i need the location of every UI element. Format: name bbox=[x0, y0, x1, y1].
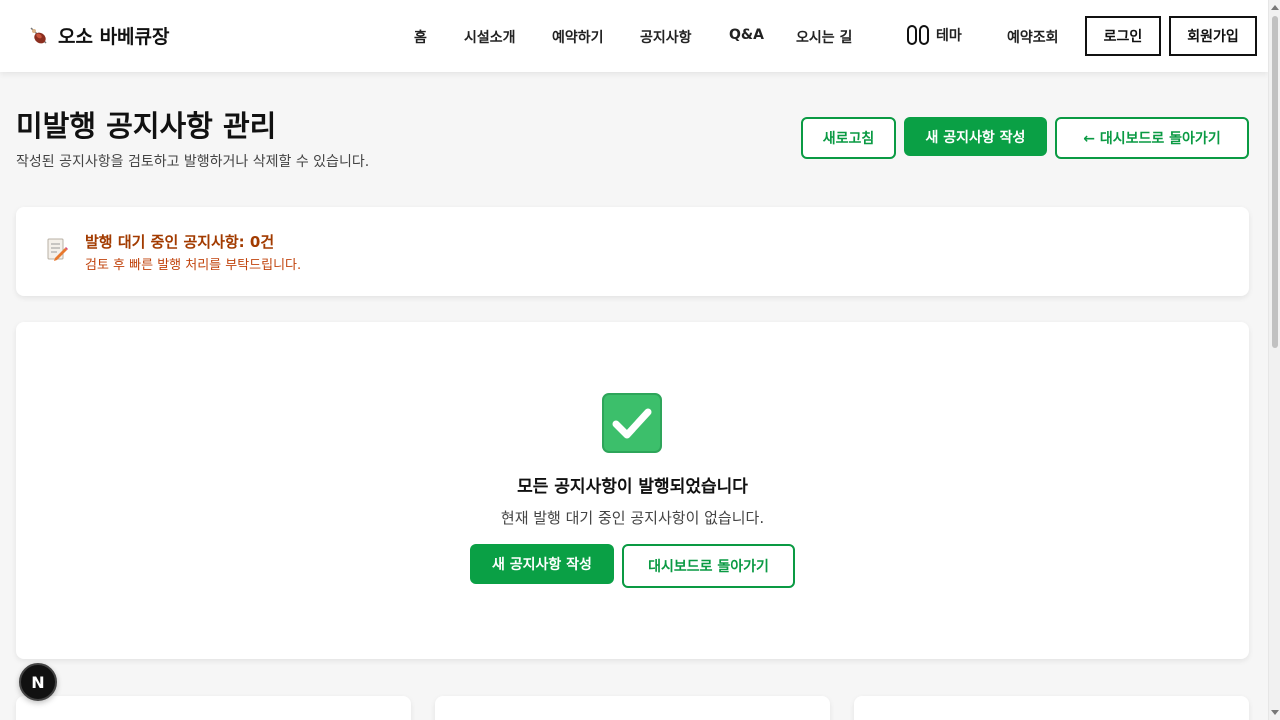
login-button[interactable]: 로그인 bbox=[1085, 16, 1161, 56]
page-title: 미발행 공지사항 관리 bbox=[16, 109, 277, 143]
bottom-card bbox=[854, 696, 1249, 720]
bottom-card bbox=[435, 696, 830, 720]
nav-reservation[interactable]: 예약하기 bbox=[552, 27, 604, 47]
memo-icon bbox=[47, 238, 68, 261]
empty-state-card: 모든 공지사항이 발행되었습니다 현재 발행 대기 중인 공지사항이 없습니다.… bbox=[16, 322, 1249, 659]
brand-name: 오소 바베큐장 bbox=[58, 26, 170, 48]
scroll-down-icon[interactable] bbox=[1271, 710, 1279, 715]
nextjs-badge[interactable]: N bbox=[19, 663, 57, 701]
pending-status-card: 발행 대기 중인 공지사항: 0건 검토 후 빠른 발행 처리를 부탁드립니다. bbox=[16, 207, 1249, 296]
theme-icon bbox=[907, 25, 929, 45]
empty-back-to-dashboard-button[interactable]: 대시보드로 돌아가기 bbox=[622, 544, 795, 588]
signup-button[interactable]: 회원가입 bbox=[1169, 16, 1257, 56]
empty-state-subtitle: 현재 발행 대기 중인 공지사항이 없습니다. bbox=[500, 509, 765, 527]
back-to-dashboard-button[interactable]: ← 대시보드로 돌아가기 bbox=[1055, 117, 1249, 159]
nav-facilities[interactable]: 시설소개 bbox=[464, 27, 516, 47]
empty-new-notice-button[interactable]: 새 공지사항 작성 bbox=[470, 544, 614, 584]
meat-skewer-icon bbox=[30, 26, 47, 44]
pending-notice-text: 검토 후 빠른 발행 처리를 부탁드립니다. bbox=[85, 258, 302, 273]
nav-notices[interactable]: 공지사항 bbox=[640, 27, 692, 47]
brand-logo[interactable]: 오소 바베큐장 bbox=[28, 22, 170, 49]
scrollbar-thumb[interactable] bbox=[1272, 16, 1278, 348]
nav-reservation-lookup[interactable]: 예약조회 bbox=[1007, 27, 1059, 47]
nav-directions[interactable]: 오시는 길 bbox=[796, 27, 852, 47]
page-subtitle: 작성된 공지사항을 검토하고 발행하거나 삭제할 수 있습니다. bbox=[16, 154, 370, 170]
theme-toggle-button[interactable]: 테마 bbox=[906, 24, 962, 46]
scroll-up-icon[interactable] bbox=[1271, 5, 1279, 10]
new-notice-button[interactable]: 새 공지사항 작성 bbox=[904, 117, 1047, 156]
bottom-card bbox=[16, 696, 411, 720]
site-header: 오소 바베큐장 홈 시설소개 예약하기 공지사항 Q&A 오시는 길 테마 예약… bbox=[0, 0, 1268, 72]
nav-qna[interactable]: Q&A bbox=[729, 27, 764, 43]
page-scrollbar[interactable] bbox=[1268, 0, 1280, 720]
theme-label: 테마 bbox=[936, 28, 962, 44]
nav-home[interactable]: 홈 bbox=[414, 27, 427, 47]
check-mark-icon bbox=[602, 393, 662, 453]
empty-state-title: 모든 공지사항이 발행되었습니다 bbox=[517, 477, 748, 497]
pending-count-text: 발행 대기 중인 공지사항: 0건 bbox=[85, 233, 275, 251]
refresh-button[interactable]: 새로고침 bbox=[801, 117, 896, 159]
